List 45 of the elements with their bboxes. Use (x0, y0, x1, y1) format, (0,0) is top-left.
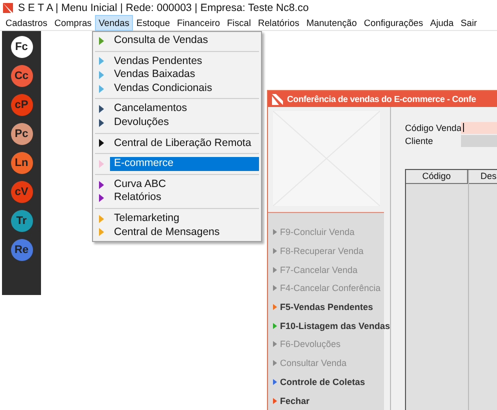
menu-item[interactable]: Relatórios (110, 191, 259, 205)
action-button[interactable]: Controle de Coletas (273, 372, 366, 392)
menu-item[interactable]: Curva ABC (110, 178, 259, 192)
menu-item[interactable]: Sair (457, 14, 480, 30)
menu-item[interactable]: Vendas (95, 14, 133, 30)
shortcut-button[interactable]: cV (10, 181, 32, 203)
menu-item[interactable]: Vendas Pendentes (110, 54, 259, 68)
menu-item[interactable]: Telemarketing (110, 212, 259, 226)
window-title: S E T A | Menu Inicial | Rede: 000003 | Empresa: Teste Nc8.co (18, 2, 309, 14)
shortcut-button[interactable]: cP (10, 94, 32, 116)
shortcut-button[interactable]: Tr (10, 210, 32, 232)
menu-item[interactable]: Devoluções (110, 116, 259, 130)
menu-item[interactable]: Financeiro (174, 14, 224, 30)
menu-item[interactable]: Ajuda (426, 14, 458, 30)
menu-item[interactable]: Fiscal (223, 14, 254, 30)
action-button[interactable]: F10-Listagem das Vendas (273, 316, 390, 336)
shortcut-button[interactable]: Cc (10, 65, 32, 87)
action-button[interactable]: F5-Vendas Pendentes (273, 298, 374, 316)
menu-item[interactable]: Compras (50, 14, 96, 30)
field-label: Código Venda (405, 122, 461, 132)
shortcut-button[interactable]: Ln (10, 152, 32, 174)
window-title: Conferência de vendas do E-commerce - Confe (287, 94, 476, 104)
field-label: Cliente (405, 136, 434, 146)
shortcut-button[interactable]: Pc (10, 123, 32, 145)
menu-item[interactable]: Cadastros (2, 14, 51, 30)
menu-item[interactable]: Cancelamentos (110, 102, 259, 116)
input-field (461, 134, 497, 146)
logo-icon (3, 2, 13, 12)
logo-icon (272, 94, 283, 104)
action-button[interactable]: Fechar (273, 391, 310, 410)
menu-item[interactable]: E-commerce (110, 157, 259, 171)
menu-item[interactable]: Central de Liberação Remota (110, 136, 259, 150)
menu-item[interactable]: Configurações (360, 14, 427, 30)
input-field[interactable] (461, 122, 497, 134)
menu-item[interactable]: Estoque (132, 14, 174, 30)
menu-item[interactable]: Vendas Baixadas (110, 68, 259, 82)
shortcut-button[interactable]: Fc (10, 36, 32, 58)
menu-item[interactable]: Relatórios (254, 14, 303, 30)
column-header[interactable]: Código (406, 170, 468, 184)
menu-item[interactable]: Vendas Condicionais (110, 82, 259, 96)
column-header[interactable]: Des (469, 170, 497, 184)
menu-item[interactable]: Manutenção (302, 14, 360, 30)
menu-item[interactable]: Consulta de Vendas (110, 34, 259, 48)
shortcut-button[interactable]: Re (10, 239, 32, 261)
menu-item[interactable]: Central de Mensagens (110, 226, 259, 240)
